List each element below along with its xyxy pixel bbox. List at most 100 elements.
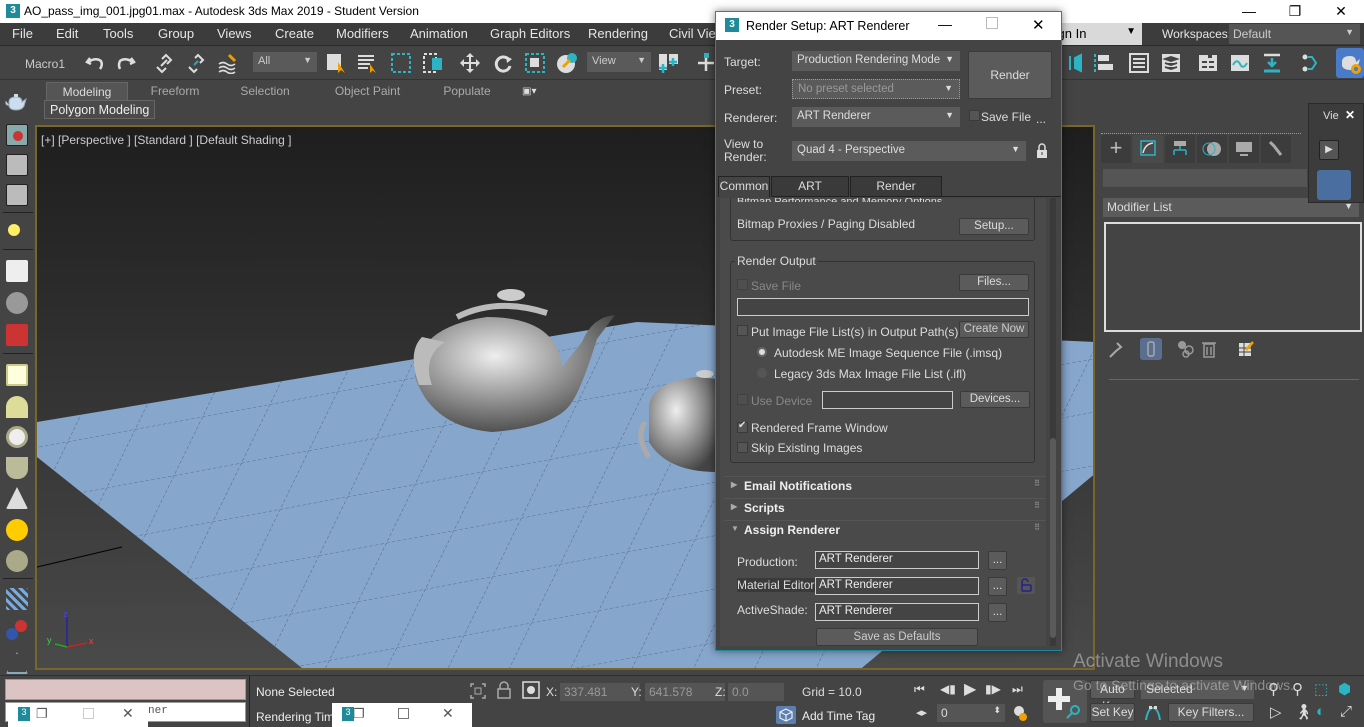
sphere-icon[interactable] <box>6 550 28 572</box>
put-image-list-checkbox[interactable] <box>737 325 748 336</box>
render-frame-icon[interactable] <box>6 124 28 146</box>
use-device-checkbox[interactable] <box>737 394 748 405</box>
production-browse-button[interactable]: ... <box>988 551 1007 570</box>
target-dropdown[interactable]: Production Rendering Mode ▼ <box>792 51 960 71</box>
expand-arrow-button[interactable]: ▶ <box>1319 140 1339 160</box>
environment-icon[interactable] <box>6 184 28 206</box>
auto-key-button[interactable]: Auto Key <box>1090 680 1135 713</box>
ribbon-tab-modeling[interactable]: Modeling <box>46 82 128 100</box>
select-object-icon[interactable] <box>325 52 347 74</box>
rollout-assign-renderer[interactable]: ▼ Assign Renderer ⠿ <box>724 520 1046 539</box>
workspaces-dropdown[interactable]: Default ▼ <box>1229 24 1360 44</box>
viewport-label-menu[interactable]: [+] [Perspective ] [Standard ] [Default … <box>41 133 291 147</box>
tab-art-renderer[interactable]: ART Renderer <box>771 176 849 212</box>
taskbar-preview[interactable]: 3 ❐ ✕ <box>8 703 148 727</box>
maxscript-listener-field[interactable] <box>5 679 246 700</box>
toggle-ribbon-icon[interactable] <box>1197 52 1219 74</box>
remove-modifier-icon[interactable] <box>1201 340 1217 358</box>
save-as-defaults-button[interactable]: Save as Defaults <box>816 628 978 646</box>
minimize-button[interactable]: — <box>1226 0 1272 23</box>
modifier-stack-list[interactable] <box>1104 222 1362 332</box>
key-filters-button[interactable]: Key Filters... <box>1168 703 1254 722</box>
menu-group[interactable]: Group <box>158 26 194 41</box>
field-of-view-icon[interactable]: ▷ <box>1270 703 1282 721</box>
camera-icon[interactable] <box>6 260 28 282</box>
configure-modifier-sets-icon[interactable] <box>1237 340 1255 358</box>
preset-dropdown[interactable]: No preset selected ▼ <box>792 79 960 99</box>
redo-icon[interactable] <box>115 52 137 74</box>
selection-filter-dropdown[interactable]: All ▼ <box>253 52 317 72</box>
zoom-extents-icon[interactable]: ⬚ <box>1314 680 1328 698</box>
device-field[interactable] <box>822 391 953 409</box>
radio-ifl[interactable] <box>757 368 767 378</box>
selection-lock-icon[interactable] <box>496 681 512 699</box>
taskbar-preview[interactable]: 3 ❐ ✕ <box>332 703 472 727</box>
menu-file[interactable]: File <box>12 26 33 41</box>
polygon-modeling-panel[interactable]: Polygon Modeling <box>44 100 156 119</box>
menu-rendering[interactable]: Rendering <box>588 26 648 41</box>
menu-create[interactable]: Create <box>275 26 314 41</box>
y-coordinate-field[interactable]: 641.578 <box>645 683 725 701</box>
select-manipulate-icon[interactable] <box>556 52 578 74</box>
add-time-tag-label[interactable]: Add Time Tag <box>802 709 875 723</box>
radio-imsq[interactable] <box>757 347 767 357</box>
ribbon-tab-populate[interactable]: Populate <box>432 82 502 100</box>
layout-thumbnail[interactable] <box>1317 170 1351 200</box>
tab-utilities[interactable] <box>1261 135 1291 163</box>
move-icon[interactable] <box>459 52 481 74</box>
curve-editor-icon[interactable] <box>1229 52 1251 74</box>
save-file-checkbox[interactable] <box>969 110 980 121</box>
key-mode-toggle-icon[interactable]: ◂▸ <box>916 706 927 719</box>
tab-motion[interactable] <box>1197 135 1227 163</box>
select-and-place-icon[interactable] <box>695 52 717 74</box>
go-to-start-icon[interactable]: ⏮ <box>914 682 925 697</box>
previous-frame-icon[interactable]: ◀▮ <box>940 682 956 696</box>
walk-through-icon[interactable]: 🚶︎ <box>1294 703 1313 721</box>
dialog-scrollbar[interactable] <box>1050 198 1056 646</box>
tab-modify[interactable] <box>1133 135 1163 163</box>
dialog-close-button[interactable]: ✕ <box>1032 16 1045 34</box>
restore-button[interactable]: ❐ <box>1272 0 1318 23</box>
material-editor-lock-button[interactable] <box>1017 577 1035 594</box>
time-tag-button[interactable] <box>776 706 796 724</box>
next-frame-icon[interactable]: ▮▶ <box>985 682 1001 696</box>
rotate-icon[interactable] <box>492 52 514 74</box>
material-editor-icon[interactable] <box>1300 52 1322 74</box>
object-name-field[interactable] <box>1103 169 1307 187</box>
ribbon-tab-selection[interactable]: Selection <box>230 82 300 100</box>
array-icon[interactable] <box>6 588 28 610</box>
pin-stack-icon[interactable] <box>1107 341 1123 359</box>
tab-display[interactable] <box>1229 135 1259 163</box>
render-setup-icon[interactable] <box>6 154 28 176</box>
undo-icon[interactable] <box>84 52 106 74</box>
zoom-extents-all-icon[interactable]: ⬢ <box>1338 680 1351 698</box>
absolute-mode-icon[interactable] <box>522 681 540 699</box>
teapot-icon[interactable] <box>5 92 29 114</box>
menu-edit[interactable]: Edit <box>56 26 78 41</box>
panel-grip[interactable] <box>1101 133 1301 134</box>
menu-modifiers[interactable]: Modifiers <box>336 26 389 41</box>
tab-common[interactable]: Common <box>718 176 770 197</box>
maximize-viewport-icon[interactable]: ⤢ <box>1340 703 1352 720</box>
time-configuration-icon[interactable] <box>1012 704 1028 722</box>
setup-button[interactable]: Setup... <box>959 218 1029 235</box>
material-editor-browse-button[interactable]: ... <box>988 577 1007 596</box>
x-coordinate-field[interactable]: 337.481 <box>560 683 640 701</box>
teapot-mesh-icon[interactable] <box>6 457 28 479</box>
save-file-options-button[interactable]: ... <box>1036 112 1046 126</box>
renderer-dropdown[interactable]: ART Renderer ▼ <box>792 107 960 127</box>
sun-icon[interactable] <box>6 519 28 541</box>
key-mode-dropdown[interactable]: Selected ▼ <box>1141 680 1254 699</box>
render-button[interactable]: Render <box>968 51 1052 99</box>
window-crossing-icon[interactable] <box>422 52 444 74</box>
bind-space-warp-icon[interactable] <box>217 52 239 74</box>
camera-sequencer-icon[interactable] <box>6 292 28 314</box>
scale-icon[interactable] <box>524 52 546 74</box>
layer-explorer-icon[interactable] <box>1160 52 1182 74</box>
render-setup-button[interactable] <box>1336 48 1364 78</box>
menu-tools[interactable]: Tools <box>103 26 133 41</box>
make-unique-icon[interactable] <box>1177 340 1195 358</box>
create-now-button[interactable]: Create Now <box>959 321 1029 338</box>
close-icon[interactable]: ✕ <box>1345 108 1355 122</box>
light-lister-icon[interactable] <box>6 222 28 244</box>
